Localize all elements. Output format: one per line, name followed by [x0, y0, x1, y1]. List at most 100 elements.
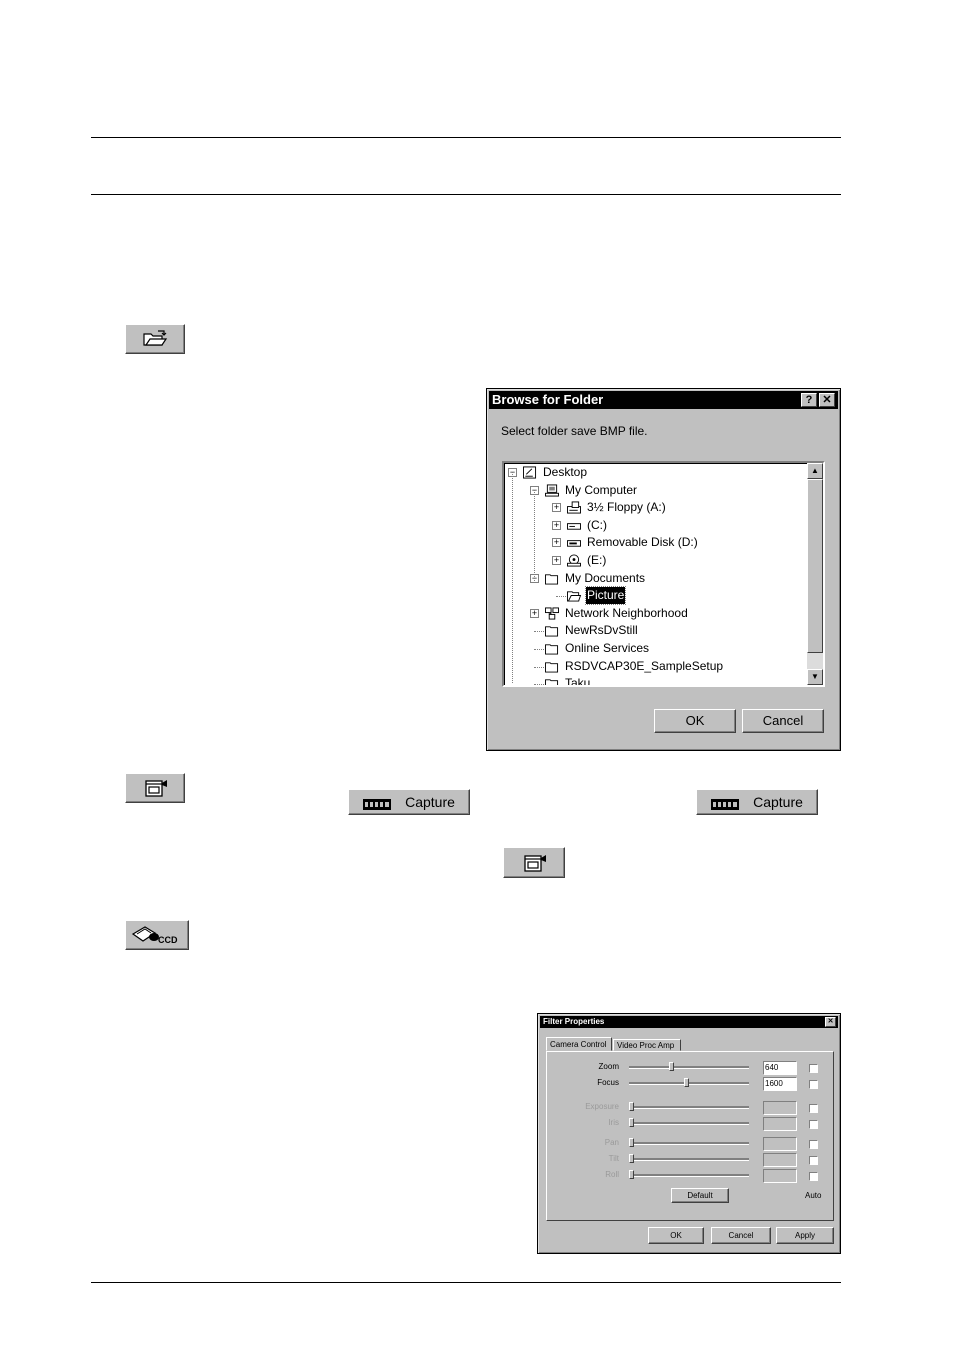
tree-item[interactable]: (C:) — [586, 517, 608, 534]
scroll-down-button[interactable]: ▼ — [807, 669, 823, 685]
header-rule-top — [91, 137, 841, 138]
tree-item[interactable]: NewRsDvStill — [564, 622, 639, 639]
control-label: Roll — [605, 1170, 619, 1179]
tree-item[interactable]: Picture — [584, 586, 627, 606]
auto-checkbox[interactable] — [809, 1064, 818, 1073]
dialog-prompt: Select folder save BMP file. — [501, 424, 648, 438]
slider-track[interactable] — [629, 1142, 749, 1145]
value-field[interactable]: 1600 — [763, 1077, 797, 1091]
tree-item[interactable]: Removable Disk (D:) — [586, 534, 699, 551]
capture-toolbar-button[interactable] — [125, 773, 185, 803]
value-field[interactable] — [763, 1153, 797, 1167]
default-button[interactable]: Default — [671, 1188, 729, 1203]
tree-expander-5[interactable]: + — [552, 556, 561, 565]
scroll-thumb[interactable] — [807, 479, 823, 653]
camera-capture-icon — [524, 854, 546, 872]
tab-video-proc-amp[interactable]: Video Proc Amp — [613, 1039, 681, 1051]
tree-guide-line — [534, 490, 535, 583]
folder-tree[interactable]: − Desktop − My Computer +3½ Floppy (A:) + (C:)… — [502, 461, 825, 687]
capture-button-label: Capture — [405, 794, 455, 810]
tree-connector — [534, 649, 544, 650]
value-field[interactable]: 640 — [763, 1061, 797, 1075]
slider-thumb[interactable] — [668, 1062, 674, 1071]
tab-panel: Zoom 640 Focus 1600 Exposure Iris Pan Tilt Roll … — [546, 1051, 834, 1221]
help-button[interactable]: ? — [801, 393, 817, 407]
ccd-camera-button[interactable]: CCD — [125, 920, 189, 950]
cancel-button[interactable]: Cancel — [742, 709, 824, 733]
auto-checkbox[interactable] — [809, 1104, 818, 1113]
auto-label: Auto — [805, 1191, 822, 1200]
filter-apply-button[interactable]: Apply — [776, 1227, 834, 1244]
filter-close-button[interactable]: ✕ — [825, 1017, 836, 1027]
folder-open-icon — [143, 330, 168, 346]
footer-rule — [91, 1282, 841, 1283]
tree-scrollbar[interactable]: ▲ ▼ — [807, 463, 823, 685]
slider-track[interactable] — [629, 1158, 749, 1161]
tree-item[interactable]: 3½ Floppy (A:) — [586, 499, 667, 516]
tab-camera-control[interactable]: Camera Control — [546, 1037, 612, 1051]
tree-guide-line — [512, 472, 513, 683]
tree-item[interactable]: (E:) — [586, 552, 607, 569]
tree-item[interactable]: Network Neighborhood — [564, 605, 689, 622]
capture-toolbar-button-2[interactable] — [503, 847, 565, 878]
capture-button-2[interactable]: Capture — [696, 789, 818, 815]
auto-checkbox[interactable] — [809, 1120, 818, 1129]
tree-expander-2[interactable]: + — [552, 503, 561, 513]
tree-connector — [556, 596, 566, 598]
tree-expander-8[interactable]: + — [530, 608, 539, 618]
scroll-up-button[interactable]: ▲ — [807, 463, 823, 479]
computer-icon — [545, 484, 559, 497]
slider-track[interactable] — [629, 1066, 749, 1069]
control-label: Zoom — [598, 1062, 619, 1071]
folder-icon — [545, 644, 559, 655]
svg-text:CCD: CCD — [158, 935, 178, 945]
filter-ok-button[interactable]: OK — [648, 1227, 704, 1244]
cd-drive-icon — [567, 554, 581, 567]
tree-item[interactable]: Online Services — [564, 640, 650, 657]
folder-icon — [545, 679, 559, 685]
capture-button-1[interactable]: Capture — [348, 789, 470, 815]
open-folder-button[interactable] — [125, 324, 185, 354]
open-folder-icon — [567, 591, 582, 602]
auto-checkbox[interactable] — [809, 1080, 818, 1089]
camera-capture-icon — [145, 780, 167, 797]
slider-track[interactable] — [629, 1106, 749, 1109]
tree-expander-4[interactable]: + — [552, 538, 561, 548]
auto-checkbox[interactable] — [809, 1172, 818, 1181]
ok-button[interactable]: OK — [654, 709, 736, 733]
slider-track[interactable] — [629, 1122, 749, 1125]
folder-icon — [545, 626, 559, 637]
value-field[interactable] — [763, 1117, 797, 1131]
control-label: Pan — [604, 1138, 619, 1147]
tree-item[interactable]: Taku — [564, 675, 591, 685]
slider-thumb[interactable] — [629, 1154, 634, 1163]
tree-item[interactable]: RSDVCAP30E_SampleSetup — [564, 658, 724, 675]
auto-checkbox[interactable] — [809, 1156, 818, 1165]
tree-item[interactable]: Desktop — [542, 464, 588, 481]
close-button[interactable]: ✕ — [819, 393, 835, 407]
network-icon — [545, 607, 559, 620]
film-strip-icon — [363, 797, 392, 810]
film-strip-icon — [711, 797, 740, 810]
value-field[interactable] — [763, 1101, 797, 1115]
value-field[interactable] — [763, 1137, 797, 1151]
slider-track[interactable] — [629, 1174, 749, 1177]
filter-properties-dialog: Filter Properties ✕ Camera Control Video… — [537, 1013, 841, 1254]
dialog-titlebar: Browse for Folder ? ✕ — [489, 391, 838, 409]
slider-thumb[interactable] — [684, 1078, 690, 1087]
dialog-title: Browse for Folder — [492, 392, 604, 407]
hard-disk-icon — [567, 522, 581, 530]
filter-cancel-button[interactable]: Cancel — [711, 1227, 771, 1244]
control-label: Iris — [608, 1118, 619, 1127]
auto-checkbox[interactable] — [809, 1140, 818, 1149]
slider-thumb[interactable] — [629, 1102, 634, 1111]
value-field[interactable] — [763, 1169, 797, 1183]
slider-thumb[interactable] — [629, 1170, 634, 1179]
header-rule-bottom — [91, 194, 841, 195]
tree-expander-3[interactable]: + — [552, 520, 561, 530]
control-label: Tilt — [608, 1154, 619, 1163]
slider-thumb[interactable] — [629, 1118, 634, 1127]
slider-thumb[interactable] — [629, 1138, 634, 1147]
tree-item[interactable]: My Computer — [564, 482, 638, 499]
tree-item[interactable]: My Documents — [564, 570, 646, 587]
